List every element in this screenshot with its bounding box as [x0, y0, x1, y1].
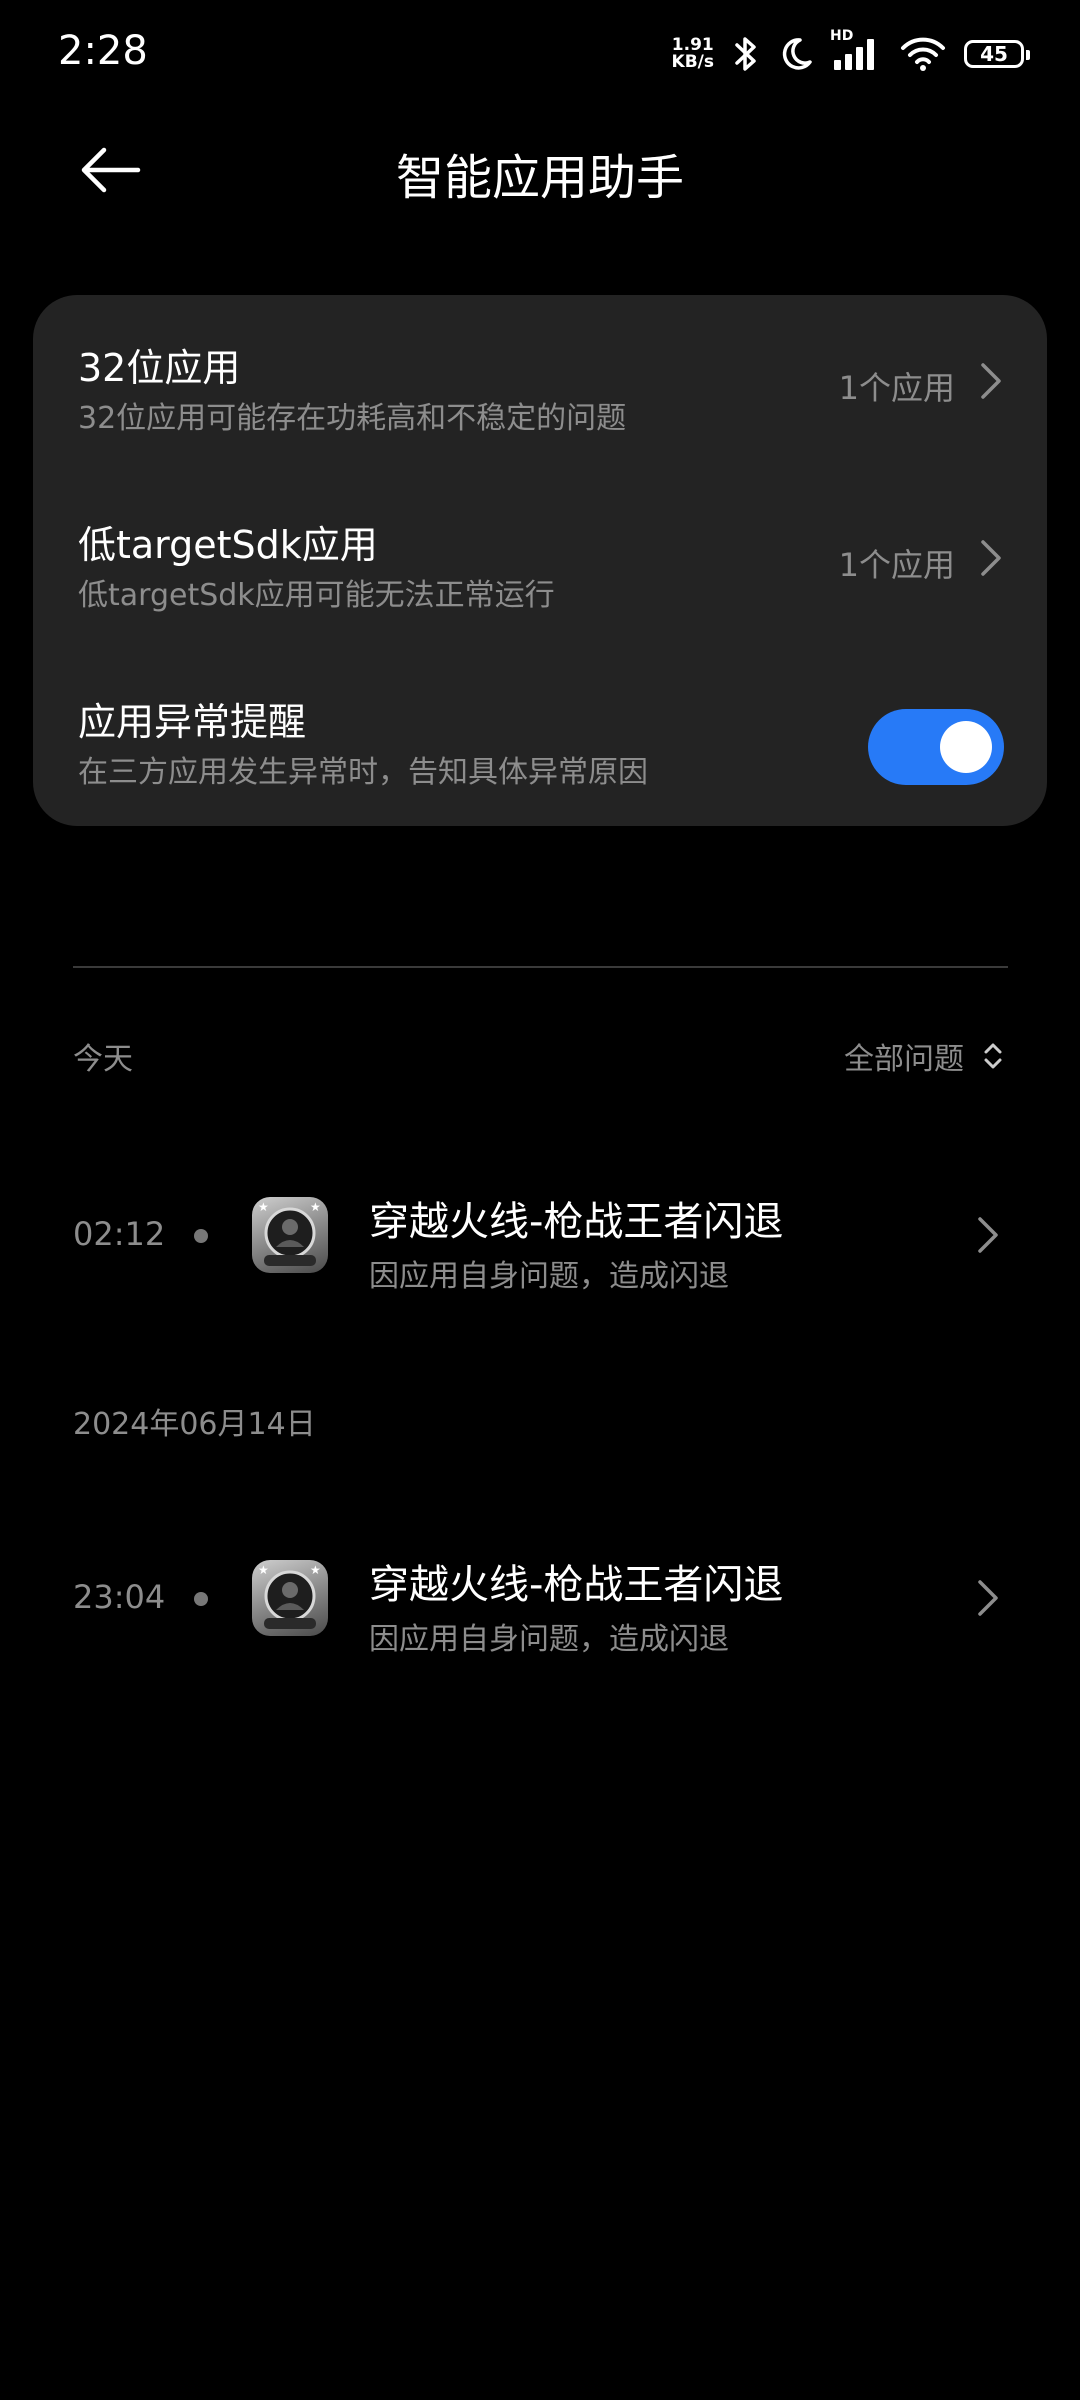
- setting-title: 应用异常提醒: [78, 700, 307, 744]
- svg-text:★: ★: [258, 1200, 269, 1214]
- do-not-disturb-moon-icon: [782, 38, 812, 70]
- setting-low-targetsdk-apps[interactable]: 低targetSdk应用 低targetSdk应用可能无法正常运行 1个应用: [33, 472, 1047, 649]
- event-reason: 因应用自身问题，造成闪退: [369, 1259, 729, 1294]
- setting-app-anomaly-alert: 应用异常提醒 在三方应用发生异常时，告知具体异常原因: [33, 649, 1047, 826]
- setting-value: 1个应用: [838, 369, 955, 407]
- timeline-dot: [194, 1229, 208, 1243]
- setting-title: 32位应用: [78, 346, 241, 390]
- chevron-right-icon: [981, 363, 1001, 399]
- event-title: 穿越火线-枪战王者闪退: [369, 1562, 784, 1608]
- settings-card: 32位应用 32位应用可能存在功耗高和不稳定的问题 1个应用 低targetSd…: [33, 295, 1047, 826]
- event-reason: 因应用自身问题，造成闪退: [369, 1622, 729, 1657]
- chevron-right-icon: [978, 1217, 998, 1253]
- setting-value: 1个应用: [838, 546, 955, 584]
- wifi-icon: [901, 37, 945, 71]
- section-divider: [73, 966, 1008, 968]
- status-time: 2:28: [58, 28, 148, 74]
- issue-filter-dropdown[interactable]: 全部问题: [844, 1034, 1004, 1078]
- event-time: 02:12: [73, 1215, 166, 1253]
- crash-event-item[interactable]: 02:12 ★ ★ 穿越火线-枪战王者闪退 因应用自身问题，造成闪退: [0, 1165, 1080, 1305]
- chevron-right-icon: [978, 1580, 998, 1616]
- toggle-knob: [940, 721, 992, 773]
- date-label-today: 今天: [73, 1042, 133, 1077]
- battery-indicator: 45: [964, 40, 1030, 68]
- anomaly-alert-toggle[interactable]: [868, 709, 1004, 785]
- cellular-signal-icon: HD: [830, 28, 882, 72]
- setting-subtitle: 在三方应用发生异常时，告知具体异常原因: [78, 755, 648, 790]
- filter-label: 全部问题: [844, 1042, 964, 1077]
- network-speed-unit: KB/s: [671, 52, 714, 72]
- setting-subtitle: 低targetSdk应用可能无法正常运行: [78, 578, 555, 613]
- setting-32bit-apps[interactable]: 32位应用 32位应用可能存在功耗高和不稳定的问题 1个应用: [33, 295, 1047, 472]
- setting-title: 低targetSdk应用: [78, 523, 378, 567]
- svg-text:★: ★: [258, 1563, 269, 1577]
- setting-subtitle: 32位应用可能存在功耗高和不稳定的问题: [78, 401, 627, 436]
- status-icons: 1.91 KB/s HD 45: [672, 28, 1030, 78]
- page-title: 智能应用助手: [395, 150, 684, 206]
- sort-updown-icon: [984, 1043, 1002, 1069]
- app-icon: ★ ★: [252, 1560, 328, 1636]
- crash-event-item[interactable]: 23:04 ★ ★ 穿越火线-枪战王者闪退 因应用自身问题，造成闪退: [0, 1528, 1080, 1668]
- event-time: 23:04: [73, 1578, 166, 1616]
- event-title: 穿越火线-枪战王者闪退: [369, 1199, 784, 1245]
- svg-text:★: ★: [310, 1200, 321, 1214]
- timeline-dot: [194, 1592, 208, 1606]
- app-icon: ★ ★: [252, 1197, 328, 1273]
- date-label: 2024年06月14日: [73, 1407, 316, 1442]
- network-speed: 1.91 KB/s: [672, 37, 714, 71]
- bluetooth-icon: [735, 37, 756, 71]
- chevron-right-icon: [981, 540, 1001, 576]
- hd-label: HD: [830, 28, 854, 44]
- svg-text:★: ★: [310, 1563, 321, 1577]
